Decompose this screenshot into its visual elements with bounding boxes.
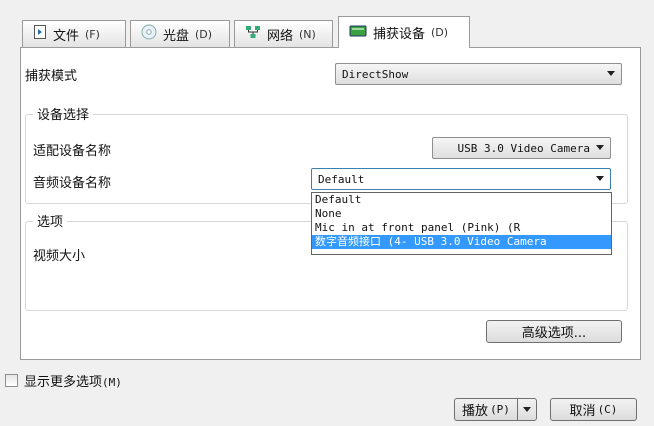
advanced-options-button[interactable]: 高级选项...: [486, 320, 622, 343]
advanced-options-label: 高级选项...: [521, 326, 587, 341]
audio-device-label: 音频设备名称: [33, 176, 112, 191]
tab-network-label: 网络: [267, 28, 294, 44]
tab-capture-device[interactable]: 捕获设备 (D): [338, 16, 470, 48]
play-button[interactable]: 播放 (P): [454, 398, 517, 421]
video-size-label: 视频大小: [33, 249, 86, 264]
audio-option-front-panel-mic[interactable]: Mic in at front panel (Pink) (R: [312, 221, 611, 235]
audio-device-dropdown: Default None Mic in at front panel (Pink…: [311, 192, 612, 255]
tab-network[interactable]: 网络 (N): [234, 20, 333, 47]
cancel-button[interactable]: 取消 (C): [550, 398, 637, 421]
tab-disc-shortcut: (D): [195, 27, 213, 41]
options-title: 选项: [33, 211, 68, 230]
device-selection-group: [25, 114, 628, 204]
tab-disc-label: 光盘: [163, 28, 190, 44]
device-selection-title: 设备选择: [33, 104, 94, 123]
tab-network-shortcut: (N): [299, 27, 316, 41]
audio-option-default[interactable]: Default: [312, 193, 611, 207]
chevron-down-icon: [596, 145, 604, 150]
play-dropdown-button[interactable]: [517, 398, 537, 421]
audio-device-value: Default: [318, 172, 365, 186]
tab-file-label: 文件: [53, 28, 80, 44]
cancel-button-label: 取消: [569, 404, 596, 419]
audio-option-none[interactable]: None: [312, 207, 611, 221]
network-icon: [245, 25, 261, 43]
play-button-label: 播放: [462, 404, 489, 419]
capture-mode-select[interactable]: DirectShow: [335, 63, 622, 85]
disc-icon: [141, 24, 157, 44]
file-icon: [33, 25, 47, 43]
cancel-button-shortcut: (C): [597, 403, 618, 416]
capture-device-icon: [349, 24, 367, 42]
show-more-label: 显示更多选项(M): [24, 375, 122, 390]
video-device-label: 适配设备名称: [33, 144, 112, 159]
tab-capture-device-shortcut: (D): [431, 26, 449, 39]
tab-disc[interactable]: 光盘 (D): [130, 20, 230, 47]
show-more-checkbox[interactable]: [5, 374, 18, 387]
tab-file-shortcut: (F): [85, 27, 100, 41]
play-button-shortcut: (P): [490, 403, 510, 416]
capture-mode-label: 捕获模式: [25, 69, 78, 84]
chevron-down-icon: [523, 407, 531, 412]
tab-capture-device-label: 捕获设备: [373, 27, 426, 42]
chevron-down-icon: [607, 71, 615, 76]
video-device-select[interactable]: USB 3.0 Video Camera: [432, 137, 611, 159]
audio-device-select[interactable]: Default: [311, 168, 611, 190]
video-device-value: USB 3.0 Video Camera: [457, 141, 590, 155]
capture-mode-value: DirectShow: [342, 67, 409, 81]
audio-option-digital-interface[interactable]: 数字音频接口 (4- USB 3.0 Video Camera: [312, 235, 611, 249]
tab-file[interactable]: 文件 (F): [22, 20, 126, 47]
chevron-down-icon: [596, 176, 604, 181]
